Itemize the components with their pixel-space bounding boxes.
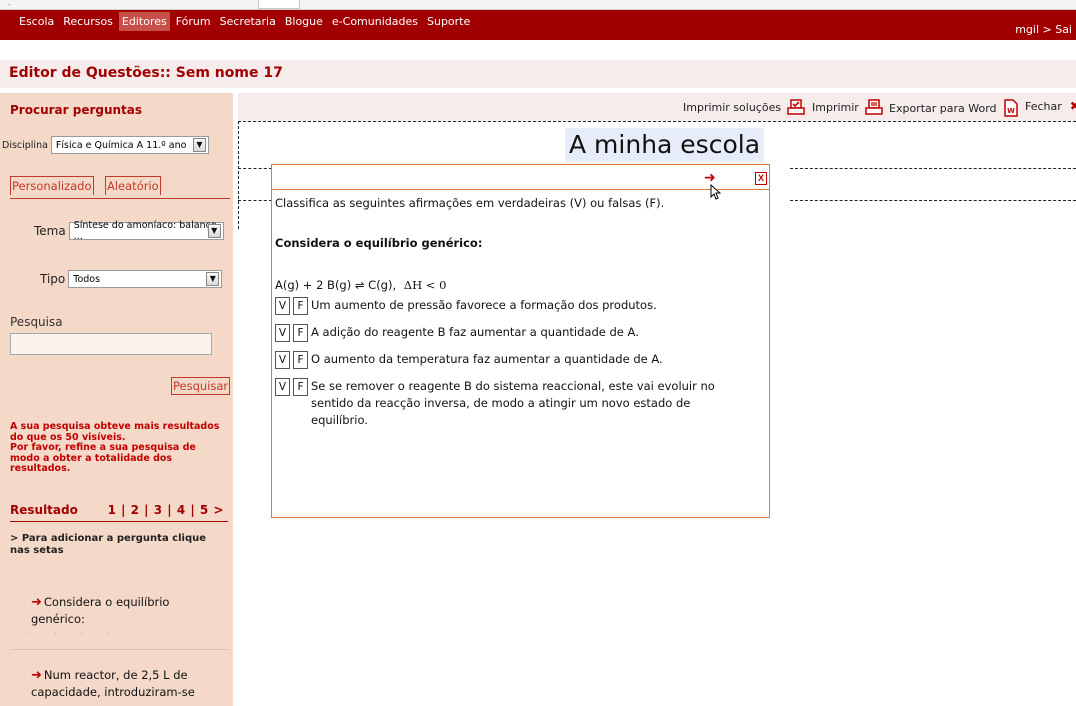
statement-text: O aumento da temperatura faz aumentar a … <box>311 352 663 366</box>
browser-tab-stub[interactable] <box>258 0 300 9</box>
pesquisar-button[interactable]: Pesquisar <box>171 377 231 395</box>
results-warning: A sua pesquisa obteve mais resultados do… <box>10 421 225 475</box>
user-logout-link[interactable]: mgil > Sai <box>1015 23 1072 36</box>
tipo-row: Tipo Todos ▼ <box>40 270 223 288</box>
chevron-down-icon: ▼ <box>207 224 221 238</box>
false-button[interactable]: F <box>293 297 308 315</box>
nav-item-escola[interactable]: Escola <box>16 12 57 31</box>
results-pagination[interactable]: 1 | 2 | 3 | 4 | 5 > <box>108 503 224 517</box>
result-text: Considera o equilíbrio genérico: <box>31 595 170 626</box>
close-icon[interactable]: X <box>755 172 767 185</box>
printer-icon <box>865 99 883 115</box>
true-button[interactable]: V <box>275 351 290 369</box>
print-label: Imprimir <box>812 100 859 114</box>
tema-select[interactable]: Síntese do amoníaco: balanço ... ▼ <box>68 220 224 242</box>
statement-text: Se se remover o reagente B do sistema re… <box>311 379 715 427</box>
statement-text: Um aumento de pressão favorece a formaçã… <box>311 298 657 312</box>
export-word-label: Exportar para Word <box>889 101 997 115</box>
tipo-select[interactable]: Todos ▼ <box>68 270 223 288</box>
corner-mark: - <box>8 0 11 9</box>
popup-header: ➜ X <box>272 165 769 200</box>
statement-row: V F A adição do reagente B faz aumentar … <box>275 324 639 342</box>
layout-dashed-guide <box>238 121 239 229</box>
school-title[interactable]: A minha escola <box>565 128 765 162</box>
tema-value: Síntese do amoníaco: balanço ... <box>73 220 217 242</box>
tipo-value: Todos <box>73 273 101 285</box>
tema-row: Tema Síntese do amoníaco: balanço ... ▼ <box>34 220 224 242</box>
nav-item-recursos[interactable]: Recursos <box>60 12 116 31</box>
svg-text:W: W <box>1007 107 1015 115</box>
result-separator <box>10 649 230 650</box>
browser-top-strip: - <box>0 0 1076 10</box>
print-solutions-button[interactable]: Imprimir soluções <box>683 99 805 115</box>
sidebar-heading: Procurar perguntas <box>10 103 143 117</box>
export-word-button[interactable]: Exportar para Word W <box>889 99 1019 117</box>
statement-text: A adição do reagente B faz aumentar a qu… <box>311 325 639 339</box>
result-item[interactable]: ➜ Considera o equilíbrio genérico: <box>31 594 226 627</box>
nav-item-blogue[interactable]: Blogue <box>282 12 326 31</box>
mouse-cursor-icon <box>710 184 721 200</box>
chevron-down-icon: ▼ <box>192 138 206 152</box>
result-preview-dots: ···· <box>28 630 134 637</box>
results-divider <box>10 521 228 522</box>
result-text: Num reactor, de 2,5 L de capacidade, int… <box>31 668 195 699</box>
question-equation: A(g) + 2 B(g) ⇌ C(g), ΔH < 0 <box>275 278 446 292</box>
nav-item-e-comunidades[interactable]: e-Comunidades <box>329 12 421 31</box>
add-arrow-icon[interactable]: ➜ <box>31 668 42 683</box>
print-button[interactable]: Imprimir <box>812 99 883 115</box>
statement-row: V F Um aumento de pressão favorece a for… <box>275 297 657 315</box>
tab-personalizado[interactable]: Personalizado <box>10 176 94 195</box>
close-document-button[interactable]: Fechar ✖ <box>1025 99 1076 113</box>
search-input[interactable] <box>10 333 212 355</box>
layout-dashed-guide <box>790 168 1076 169</box>
tab-aleatorio[interactable]: Aleatório <box>105 176 161 195</box>
nav-item-suporte[interactable]: Suporte <box>424 12 473 31</box>
layout-dashed-guide <box>790 200 1076 201</box>
question-instruction: Classifica as seguintes afirmações em ve… <box>275 196 665 210</box>
layout-dashed-guide <box>238 200 272 201</box>
results-header: Resultado 1 | 2 | 3 | 4 | 5 > <box>10 503 224 517</box>
pesquisa-label: Pesquisa <box>10 315 63 329</box>
layout-dashed-guide <box>238 168 272 169</box>
true-button[interactable]: V <box>275 297 290 315</box>
add-arrow-icon[interactable]: ➜ <box>31 595 42 610</box>
disciplina-row: Disciplina Física e Química A 11.º ano ▼ <box>2 136 209 154</box>
false-button[interactable]: F <box>293 324 308 342</box>
tipo-label: Tipo <box>40 272 66 286</box>
true-button[interactable]: V <box>275 324 290 342</box>
top-nav-menu: Escola Recursos Editores Fórum Secretari… <box>16 10 476 32</box>
chevron-down-icon: ▼ <box>206 272 220 286</box>
nav-item-forum[interactable]: Fórum <box>173 12 214 31</box>
close-icon: ✖ <box>1069 99 1076 113</box>
word-document-icon: W <box>1003 99 1018 117</box>
warning-text: A sua pesquisa obteve mais resultados do… <box>10 421 220 474</box>
question-preview-popup: ➜ X Classifica as seguintes afirmações e… <box>271 164 770 518</box>
result-item[interactable]: ➜ Num reactor, de 2,5 L de capacidade, in… <box>31 667 211 700</box>
true-button[interactable]: V <box>275 378 290 396</box>
nav-item-secretaria[interactable]: Secretaria <box>217 12 279 31</box>
print-solutions-icon <box>787 99 805 115</box>
add-hint: > Para adicionar a pergunta clique nas s… <box>10 533 207 556</box>
tema-label: Tema <box>34 224 66 238</box>
equation-delta: ΔH < 0 <box>403 278 447 292</box>
editor-title-bar: Editor de Questões:: Sem nome 17 <box>0 60 1076 88</box>
disciplina-value: Física e Química A 11.º ano <box>55 139 187 151</box>
search-sidebar: Procurar perguntas Disciplina Física e Q… <box>0 93 233 706</box>
question-consider: Considera o equilíbrio genérico: <box>275 236 483 250</box>
nav-item-editores[interactable]: Editores <box>118 11 170 31</box>
close-label: Fechar <box>1025 99 1062 113</box>
disciplina-select[interactable]: Física e Química A 11.º ano ▼ <box>50 136 209 154</box>
disciplina-label: Disciplina <box>2 139 48 151</box>
document-toolbar: Imprimir soluções Imprimir Exportar para… <box>238 93 1076 122</box>
statement-row: V F Se se remover o reagente B do sistem… <box>275 378 745 429</box>
statement-row: V F O aumento da temperatura faz aumenta… <box>275 351 663 369</box>
print-solutions-label: Imprimir soluções <box>683 100 782 114</box>
equation-text: A(g) + 2 B(g) ⇌ C(g), <box>275 278 397 292</box>
results-label: Resultado <box>10 503 78 517</box>
top-nav-bar: Escola Recursos Editores Fórum Secretari… <box>0 10 1076 40</box>
page-title: Editor de Questões:: Sem nome 17 <box>9 65 283 81</box>
search-mode-tabs: Personalizado Aleatório <box>10 176 230 199</box>
false-button[interactable]: F <box>293 351 308 369</box>
false-button[interactable]: F <box>293 378 308 396</box>
